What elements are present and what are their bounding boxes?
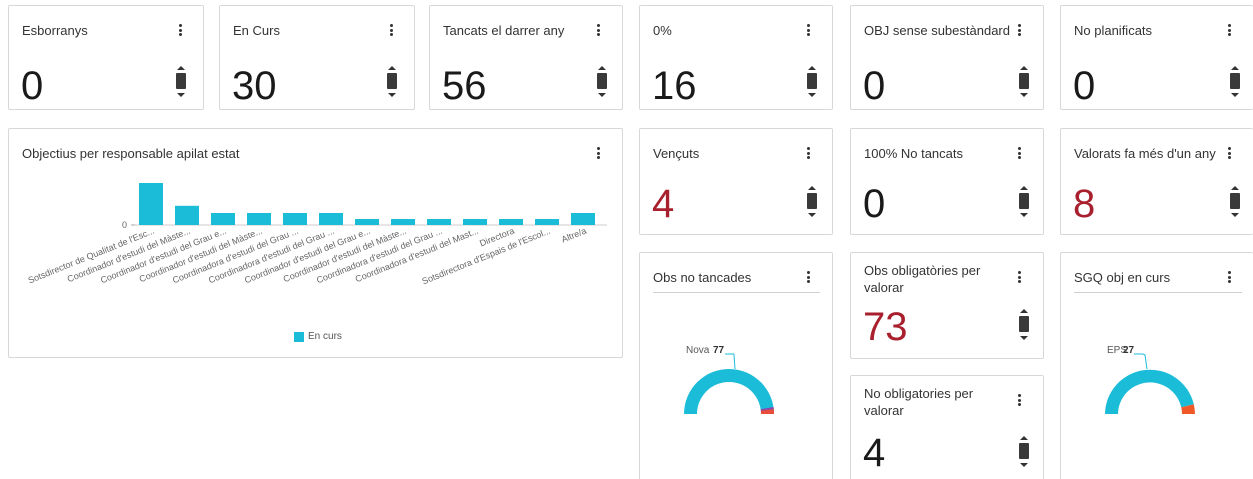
legend-swatch: [294, 331, 304, 342]
chart-legend[interactable]: En curs: [294, 331, 342, 342]
kpi-value: 4: [652, 182, 675, 226]
more-options-icon[interactable]: [386, 22, 396, 38]
scroll-control-icon[interactable]: [1018, 186, 1030, 218]
kpi-card-tancats: Tancats el darrer any 56: [429, 5, 623, 110]
kpi-value: 16: [652, 64, 697, 108]
scroll-control-icon[interactable]: [386, 66, 398, 98]
more-options-icon[interactable]: [593, 145, 603, 161]
more-options-icon[interactable]: [803, 22, 813, 38]
scroll-control-icon[interactable]: [175, 66, 187, 98]
scroll-control-icon[interactable]: [1018, 436, 1030, 468]
more-options-icon[interactable]: [1014, 392, 1024, 408]
bar[interactable]: [463, 219, 487, 225]
kpi-card-no-planificats: No planificats 0: [1060, 5, 1253, 110]
kpi-title: No planificats: [1074, 23, 1153, 38]
donut-card-obs-no-tancades: Obs no tancades Nova 77: [639, 252, 833, 479]
kpi-value: 4: [863, 431, 886, 475]
kpi-card-vencuts: Vençuts 4: [639, 128, 833, 235]
kpi-value: 56: [442, 64, 487, 108]
kpi-title: OBJ sense subestàndard: [864, 23, 1010, 38]
bar[interactable]: [535, 219, 559, 225]
more-options-icon[interactable]: [593, 22, 603, 38]
y-tick-label: 0: [122, 220, 127, 230]
chart-title: SGQ obj en curs: [1074, 270, 1171, 285]
scroll-control-icon[interactable]: [1229, 186, 1241, 218]
kpi-title: Tancats el darrer any: [443, 23, 565, 38]
bar[interactable]: [175, 205, 199, 225]
kpi-card-100-no-tancats: 100% No tancats 0: [850, 128, 1044, 235]
bar[interactable]: [499, 219, 523, 225]
scroll-control-icon[interactable]: [806, 66, 818, 98]
bar[interactable]: [283, 213, 307, 225]
bar[interactable]: [571, 213, 595, 225]
legend-label: En curs: [308, 331, 342, 342]
kpi-card-no-obligatories: No obligatories per valorar 4: [850, 375, 1044, 479]
chart-title: Obs no tancades: [653, 270, 752, 285]
kpi-value: 0: [863, 64, 886, 108]
more-options-icon[interactable]: [803, 269, 813, 285]
donut-chart: Nova 77: [684, 345, 775, 414]
more-options-icon[interactable]: [803, 145, 813, 161]
bar[interactable]: [247, 213, 271, 225]
more-options-icon[interactable]: [1014, 145, 1024, 161]
kpi-title: Vençuts: [653, 146, 700, 161]
kpi-value: 0: [21, 64, 44, 108]
kpi-title: Valorats fa més d'un any: [1074, 146, 1216, 161]
more-options-icon[interactable]: [1224, 22, 1234, 38]
kpi-value: 0: [863, 182, 886, 226]
donut-chart: EPS 27: [1105, 345, 1195, 414]
kpi-card-0-percent: 0% 16: [639, 5, 833, 110]
donut-label: Nova: [686, 345, 710, 356]
donut-value: 77: [713, 345, 725, 356]
kpi-title: 100% No tancats: [864, 146, 964, 161]
kpi-value: 73: [863, 305, 908, 349]
kpi-card-esborranys: Esborranys 0: [8, 5, 204, 110]
more-options-icon[interactable]: [1224, 269, 1234, 285]
more-options-icon[interactable]: [175, 22, 185, 38]
kpi-value: 8: [1073, 182, 1096, 226]
scroll-control-icon[interactable]: [806, 186, 818, 218]
bar[interactable]: [211, 213, 235, 225]
x-tick-label: Altre/a: [560, 226, 588, 245]
donut-slice-eps: [1105, 369, 1194, 414]
chart-title: Objectius per responsable apilat estat: [22, 146, 240, 161]
bar-chart-card: Objectius per responsable apilat estat 0…: [8, 128, 623, 358]
donut-label-leader: [1142, 353, 1148, 370]
kpi-title: No obligatories per valorar: [864, 386, 974, 418]
scroll-control-icon[interactable]: [1018, 66, 1030, 98]
kpi-card-obs-obligatories: Obs obligatòries per valorar 73: [850, 252, 1044, 359]
kpi-title: 0%: [653, 23, 672, 38]
more-options-icon[interactable]: [1224, 145, 1234, 161]
kpi-title: Esborranys: [22, 23, 88, 38]
kpi-card-en-curs: En Curs 30: [219, 5, 415, 110]
kpi-value: 0: [1073, 64, 1096, 108]
bar[interactable]: [355, 219, 379, 225]
bar[interactable]: [427, 219, 451, 225]
kpi-card-obj-sense-subestandard: OBJ sense subestàndard 0: [850, 5, 1044, 110]
kpi-value: 30: [232, 64, 277, 108]
more-options-icon[interactable]: [1014, 22, 1024, 38]
scroll-control-icon[interactable]: [596, 66, 608, 98]
kpi-title: Obs obligatòries per valorar: [864, 263, 981, 295]
donut-value: 27: [1123, 345, 1135, 356]
kpi-card-valorats: Valorats fa més d'un any 8: [1060, 128, 1253, 235]
bar[interactable]: [139, 183, 163, 225]
scroll-control-icon[interactable]: [1229, 66, 1241, 98]
kpi-title: En Curs: [233, 23, 280, 38]
donut-label-leader: [733, 354, 736, 370]
more-options-icon[interactable]: [1014, 269, 1024, 285]
donut-card-sgq: SGQ obj en curs EPS 27: [1060, 252, 1253, 479]
bar[interactable]: [319, 213, 343, 225]
scroll-control-icon[interactable]: [1018, 309, 1030, 341]
bar[interactable]: [391, 219, 415, 225]
donut-slice-nova: [684, 369, 774, 414]
